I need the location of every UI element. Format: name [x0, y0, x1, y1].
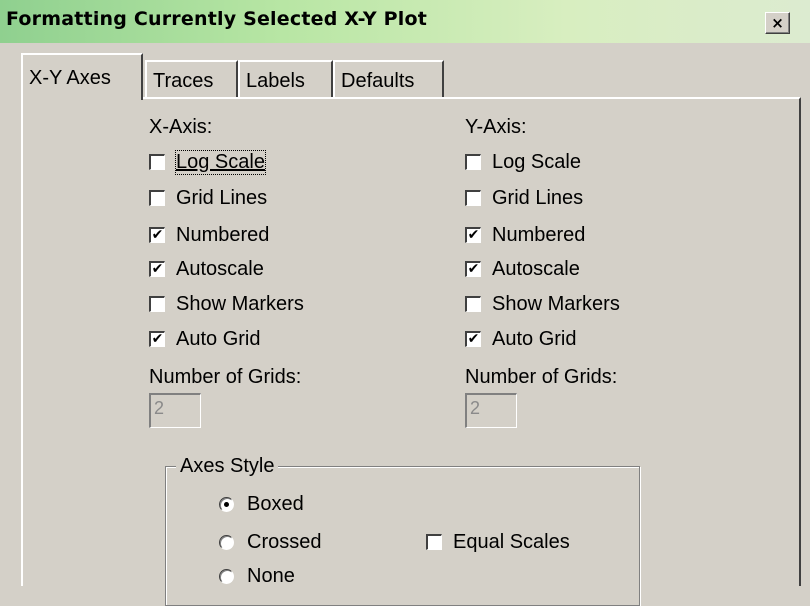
tab-labels[interactable]: Labels [238, 60, 333, 98]
checkbox-box[interactable] [426, 534, 442, 550]
checkbox-label: Equal Scales [453, 530, 570, 553]
checkbox-box[interactable] [465, 296, 481, 312]
checkbox-label: Auto Grid [176, 327, 261, 350]
radio-button[interactable] [219, 568, 234, 584]
y-log-scale-checkbox[interactable]: Log Scale [465, 149, 581, 175]
tab-label: Traces [153, 70, 214, 92]
checkbox-label: Grid Lines [492, 186, 584, 209]
y-auto-grid-checkbox[interactable]: ✔ Auto Grid [465, 326, 576, 352]
equal-scales-checkbox[interactable]: Equal Scales [426, 529, 570, 555]
checkbox-label: Auto Grid [492, 327, 577, 350]
radio-button[interactable] [219, 496, 234, 512]
active-tab-joint [23, 96, 141, 100]
checkbox-box[interactable] [149, 296, 165, 312]
y-show-markers-checkbox[interactable]: Show Markers [465, 291, 620, 317]
checkbox-label: Show Markers [176, 292, 304, 315]
y-autoscale-checkbox[interactable]: ✔ Autoscale [465, 256, 580, 282]
x-axis-heading: X-Axis: [149, 116, 213, 138]
y-axis-heading: Y-Axis: [465, 116, 527, 138]
radio-label: Crossed [247, 530, 322, 553]
x-show-markers-checkbox[interactable]: Show Markers [149, 291, 304, 317]
radio-label: None [247, 564, 295, 587]
checkbox-box[interactable]: ✔ [465, 227, 481, 243]
checkbox-label: Log Scale [492, 150, 581, 173]
checkbox-box[interactable] [465, 190, 481, 206]
tab-traces[interactable]: Traces [145, 60, 238, 98]
radio-crossed[interactable]: Crossed [219, 528, 321, 556]
y-grid-lines-checkbox[interactable]: Grid Lines [465, 185, 583, 211]
checkbox-box[interactable]: ✔ [149, 227, 165, 243]
tab-defaults[interactable]: Defaults [333, 60, 444, 98]
checkbox-label: Grid Lines [176, 186, 268, 209]
close-button[interactable]: × [765, 12, 790, 34]
tab-label: X-Y Axes [29, 67, 111, 89]
x-numbered-checkbox[interactable]: ✔ Numbered [149, 222, 269, 248]
checkbox-box[interactable] [465, 154, 481, 170]
title-bar: Formatting Currently Selected X-Y Plot × [0, 0, 810, 43]
close-icon: × [771, 14, 784, 32]
checkbox-box[interactable] [149, 154, 165, 170]
window-title: Formatting Currently Selected X-Y Plot [6, 8, 428, 30]
tab-label: Labels [246, 70, 305, 92]
tab-xy-axes[interactable]: X-Y Axes [21, 53, 143, 100]
x-grids-label: Number of Grids: [149, 366, 302, 388]
checkbox-label: Show Markers [492, 292, 620, 315]
x-auto-grid-checkbox[interactable]: ✔ Auto Grid [149, 326, 260, 352]
checkbox-box[interactable]: ✔ [465, 331, 481, 347]
checkbox-label: Autoscale [492, 257, 580, 280]
checkbox-label: Log Scale [175, 149, 266, 175]
y-grids-input[interactable]: 2 [465, 393, 517, 428]
checkbox-box[interactable] [149, 190, 165, 206]
checkbox-box[interactable]: ✔ [465, 261, 481, 277]
radio-label: Boxed [247, 492, 304, 515]
checkbox-box[interactable]: ✔ [149, 261, 165, 277]
y-numbered-checkbox[interactable]: ✔ Numbered [465, 222, 585, 248]
x-autoscale-checkbox[interactable]: ✔ Autoscale [149, 256, 264, 282]
radio-button[interactable] [219, 534, 234, 550]
x-grids-input[interactable]: 2 [149, 393, 201, 428]
checkbox-label: Numbered [176, 223, 270, 246]
checkbox-label: Numbered [492, 223, 586, 246]
axes-style-title: Axes Style [176, 455, 279, 478]
x-grid-lines-checkbox[interactable]: Grid Lines [149, 185, 267, 211]
x-log-scale-checkbox[interactable]: Log Scale [149, 149, 266, 175]
checkbox-box[interactable]: ✔ [149, 331, 165, 347]
y-grids-label: Number of Grids: [465, 366, 618, 388]
tab-label: Defaults [341, 70, 415, 92]
radio-boxed[interactable]: Boxed [219, 490, 304, 518]
checkbox-label: Autoscale [176, 257, 264, 280]
